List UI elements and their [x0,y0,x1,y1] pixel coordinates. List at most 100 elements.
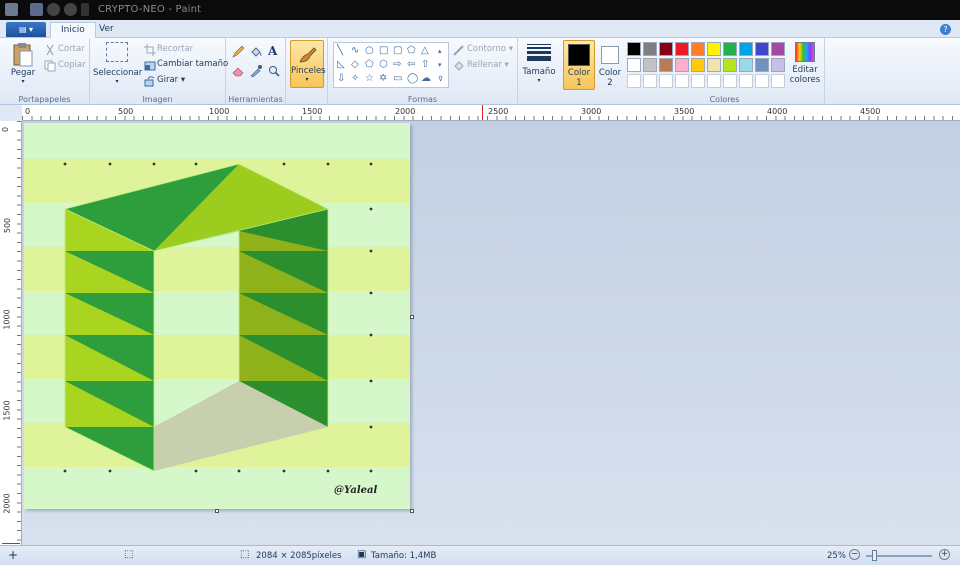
color-swatch[interactable] [771,58,785,72]
color-swatch[interactable] [723,58,737,72]
color1-button[interactable]: Color 1 [563,40,595,90]
redo-icon[interactable] [64,3,77,16]
copy-button[interactable]: Copiar [58,60,86,70]
color-swatch[interactable] [707,58,721,72]
color-swatch[interactable] [627,58,641,72]
outline-button[interactable]: Contorno ▾ [467,44,513,54]
save-icon[interactable] [30,3,43,16]
undo-icon[interactable] [47,3,60,16]
line-shape-icon[interactable]: ╲ [337,46,343,56]
color-swatch[interactable] [723,42,737,56]
image-canvas[interactable]: @Yaleal [24,123,410,509]
customize-quick-access-icon[interactable] [81,3,89,16]
color-swatch[interactable] [659,42,673,56]
tools-group-label: Herramientas [228,95,283,104]
fill-button[interactable]: Rellenar ▾ [467,60,509,70]
resize-handle-right[interactable] [410,315,414,319]
cut-button[interactable]: Cortar [58,44,85,54]
six-star-shape-icon[interactable]: ✡ [379,74,387,84]
color-swatch[interactable] [627,42,641,56]
right-triangle-shape-icon[interactable]: ◺ [337,60,345,70]
color1-number: 1 [576,78,582,88]
color-swatch[interactable] [675,42,689,56]
up-arrow-shape-icon[interactable]: ⇧ [421,60,429,70]
color-swatch[interactable] [771,42,785,56]
color-swatch[interactable] [643,74,657,88]
polygon-shape-icon[interactable]: ⬠ [407,46,416,56]
rounded-rect-shape-icon[interactable]: ▢ [393,46,402,56]
canvas-area[interactable]: @Yaleal [22,121,960,545]
pentagon-shape-icon[interactable]: ⬠ [365,60,374,70]
color-swatch[interactable] [691,74,705,88]
callout-cloud-shape-icon[interactable]: ☁ [421,74,431,84]
color-swatch[interactable] [691,58,705,72]
color-swatch[interactable] [675,58,689,72]
ruler-corner [0,105,22,121]
shapes-scroll-up-icon[interactable]: ▴ [438,46,442,56]
rectangle-shape-icon[interactable]: □ [379,46,388,56]
color-swatch[interactable] [707,74,721,88]
crop-button[interactable]: Recortar [157,44,193,54]
color-swatch[interactable] [739,58,753,72]
callout-rect-shape-icon[interactable]: ▭ [393,74,402,84]
color-swatch[interactable] [643,58,657,72]
paste-dropdown-icon[interactable]: ▾ [6,78,40,85]
color-swatch[interactable] [739,74,753,88]
magnifier-icon[interactable] [268,65,280,77]
color-swatch[interactable] [755,42,769,56]
four-star-shape-icon[interactable]: ✧ [351,74,359,84]
zoom-slider-thumb[interactable] [872,550,877,561]
ruler-h-label: 4500 [860,107,881,116]
size-button[interactable]: Tamaño ▾ [522,42,556,84]
color-swatch[interactable] [755,74,769,88]
triangle-shape-icon[interactable]: △ [421,46,429,56]
curve-shape-icon[interactable]: ∿ [351,46,359,56]
oval-shape-icon[interactable]: ○ [365,46,374,56]
select-dropdown-icon[interactable]: ▾ [93,78,141,85]
resize-handle-bottom[interactable] [215,509,219,513]
color-swatch[interactable] [659,74,673,88]
color-swatch[interactable] [739,42,753,56]
text-icon[interactable]: A [268,44,280,58]
color-picker-icon[interactable] [250,65,262,77]
color2-button[interactable]: Color 2 [596,43,624,88]
zoom-out-icon[interactable]: − [849,549,860,560]
brushes-dropdown-icon[interactable]: ▾ [291,76,323,83]
five-star-shape-icon[interactable]: ☆ [365,74,374,84]
rotate-button[interactable]: Girar ▾ [157,75,185,85]
color-swatch[interactable] [755,58,769,72]
color-swatch[interactable] [723,74,737,88]
edit-colors-button[interactable]: Editar colores [787,42,823,85]
pencil-icon[interactable] [232,46,244,58]
color-swatch[interactable] [691,42,705,56]
right-arrow-shape-icon[interactable]: ⇨ [393,60,401,70]
color-swatch[interactable] [707,42,721,56]
tab-ver[interactable]: Ver [89,22,124,38]
resize-handle-corner[interactable] [410,509,414,513]
shapes-expand-icon[interactable]: ⊽ [438,74,443,84]
color2-swatch [601,46,619,64]
color-swatch[interactable] [675,74,689,88]
down-arrow-shape-icon[interactable]: ⇩ [337,74,345,84]
callout-oval-shape-icon[interactable]: ◯ [407,74,418,84]
color-swatch[interactable] [643,42,657,56]
brushes-button[interactable]: Pinceles ▾ [290,40,326,88]
shapes-gallery[interactable]: ╲ ∿ ○ □ ▢ ⬠ △ ◺ ◇ ⬠ ⬡ ⇨ ⇦ ⇧ ⇩ ✧ ☆ ✡ ▭ ◯ … [333,42,449,88]
shapes-scroll-down-icon[interactable]: ▾ [438,60,442,70]
hexagon-shape-icon[interactable]: ⬡ [379,60,388,70]
paint-app-icon[interactable] [5,3,18,16]
paste-button[interactable]: Pegar ▾ [6,42,40,85]
fill-bucket-icon[interactable] [250,46,262,58]
diamond-shape-icon[interactable]: ◇ [351,60,359,70]
color-swatch[interactable] [627,74,641,88]
resize-button[interactable]: Cambiar tamaño [157,59,228,69]
left-arrow-shape-icon[interactable]: ⇦ [407,60,415,70]
eraser-icon[interactable] [232,65,244,77]
paint-menu-button[interactable]: ▤ ▾ [6,22,46,37]
color-swatch[interactable] [659,58,673,72]
zoom-in-icon[interactable]: + [939,549,950,560]
size-dropdown-icon[interactable]: ▾ [522,77,556,84]
help-icon[interactable]: ? [940,24,951,35]
color-swatch[interactable] [771,74,785,88]
select-button[interactable]: Seleccionar ▾ [93,42,142,85]
